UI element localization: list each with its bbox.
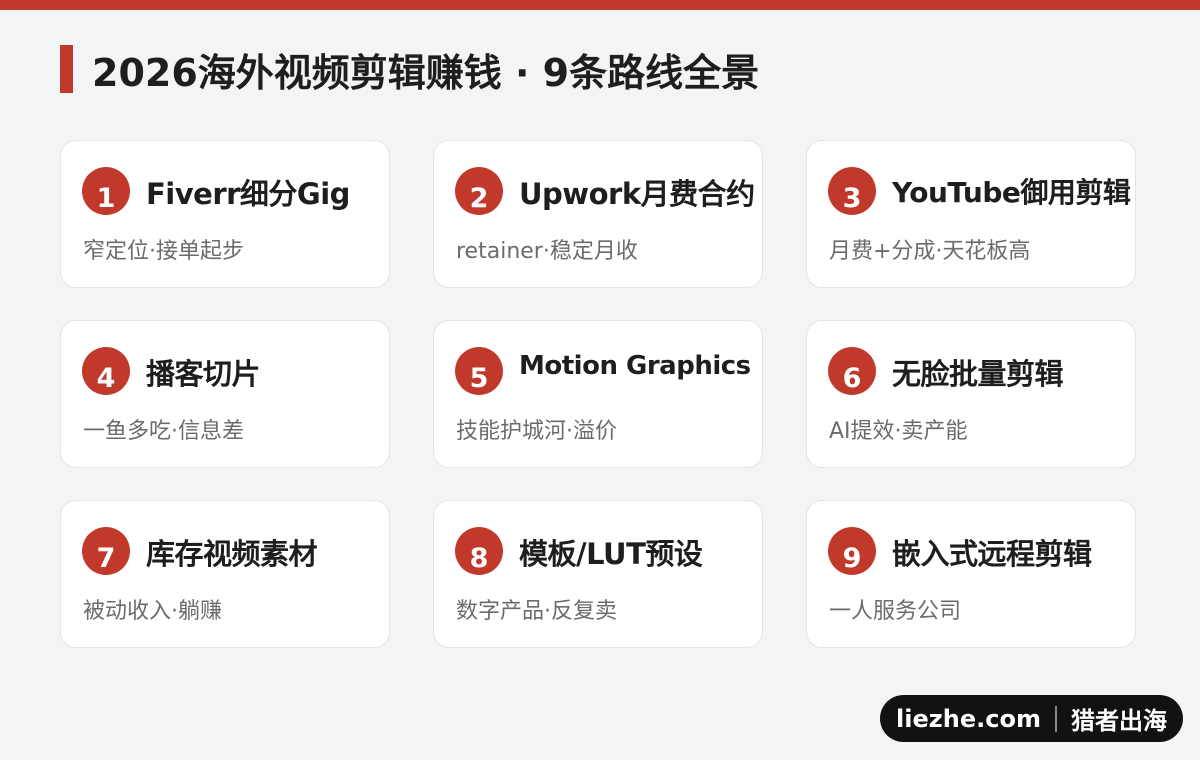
route-subtitle: 技能护城河·溢价	[456, 419, 617, 444]
route-title: Fiverr细分Gig	[146, 177, 350, 211]
route-number-badge: 3	[828, 167, 876, 215]
brand-name: 猎者出海	[1070, 707, 1167, 735]
route-title: Upwork月费合约	[519, 177, 755, 211]
route-subtitle: retainer·稳定月收	[456, 239, 638, 264]
route-number-badge: 5	[455, 347, 503, 395]
route-title: 模板/LUT预设	[519, 537, 703, 571]
route-title: 无脸批量剪辑	[892, 357, 1064, 391]
route-number-badge: 2	[455, 167, 503, 215]
route-card: 4 播客切片 一鱼多吃·信息差	[60, 320, 390, 468]
route-number-badge: 9	[828, 527, 876, 575]
route-card: 8 模板/LUT预设 数字产品·反复卖	[433, 500, 763, 648]
route-number-badge: 7	[82, 527, 130, 575]
route-number-badge: 4	[82, 347, 130, 395]
brand-pill: liezhe.com 猎者出海	[880, 695, 1183, 742]
route-card: 1 Fiverr细分Gig 窄定位·接单起步	[60, 140, 390, 288]
title-accent-bar	[60, 45, 73, 93]
brand-site: liezhe.com	[896, 704, 1041, 733]
route-card: 5 Motion Graphics 技能护城河·溢价	[433, 320, 763, 468]
route-subtitle: 窄定位·接单起步	[83, 239, 244, 264]
route-subtitle: 数字产品·反复卖	[456, 599, 617, 624]
page-header: 2026海外视频剪辑赚钱 · 9条路线全景	[60, 44, 760, 95]
route-title: YouTube御用剪辑	[892, 176, 1131, 209]
route-card: 9 嵌入式远程剪辑 一人服务公司	[806, 500, 1136, 648]
route-card: 3 YouTube御用剪辑 月费+分成·天花板高	[806, 140, 1136, 288]
top-accent-bar	[0, 0, 1200, 10]
route-subtitle: AI提效·卖产能	[829, 419, 968, 444]
route-title: 嵌入式远程剪辑	[892, 537, 1092, 571]
route-title: 播客切片	[146, 357, 261, 391]
route-subtitle: 一人服务公司	[829, 599, 962, 624]
route-title: 库存视频素材	[146, 537, 318, 571]
route-card: 6 无脸批量剪辑 AI提效·卖产能	[806, 320, 1136, 468]
route-number-badge: 8	[455, 527, 503, 575]
route-card: 2 Upwork月费合约 retainer·稳定月收	[433, 140, 763, 288]
route-subtitle: 一鱼多吃·信息差	[83, 419, 244, 444]
route-card: 7 库存视频素材 被动收入·躺赚	[60, 500, 390, 648]
page-title: 2026海外视频剪辑赚钱 · 9条路线全景	[92, 50, 760, 95]
route-title: Motion Graphics	[519, 351, 751, 381]
route-subtitle: 被动收入·躺赚	[83, 599, 222, 624]
route-subtitle: 月费+分成·天花板高	[829, 239, 1031, 264]
brand-divider	[1054, 705, 1057, 732]
route-number-badge: 6	[828, 347, 876, 395]
route-number-badge: 1	[82, 167, 130, 215]
